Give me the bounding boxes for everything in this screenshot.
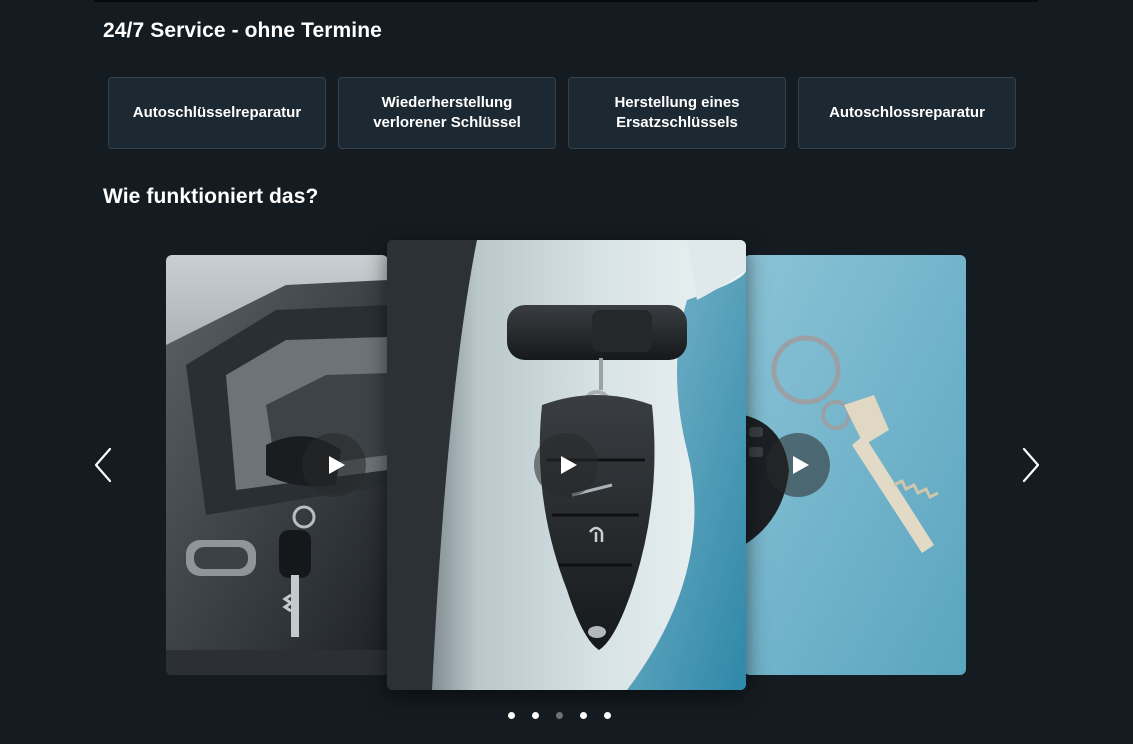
how-it-works-title: Wie funktioniert das?: [103, 185, 319, 208]
video-carousel: [0, 230, 1133, 700]
service-card-list: Autoschlüsselreparatur Wiederherstellung…: [108, 77, 1016, 149]
carousel-slide-keys-blue[interactable]: [744, 255, 966, 675]
pagination-dot[interactable]: [532, 712, 539, 719]
pagination-dot-active[interactable]: [556, 712, 563, 719]
play-icon: [561, 456, 577, 474]
carousel-pagination: [508, 712, 611, 719]
pagination-dot[interactable]: [508, 712, 515, 719]
play-button[interactable]: [534, 433, 598, 497]
play-icon: [329, 456, 345, 474]
top-divider: [94, 0, 1038, 2]
service-card-lost-key-recovery[interactable]: Wiederherstellung verlorener Schlüssel: [338, 77, 556, 149]
play-icon: [793, 456, 809, 474]
carousel-next-button[interactable]: [1016, 445, 1046, 485]
play-button[interactable]: [302, 433, 366, 497]
chevron-right-icon: [1022, 447, 1040, 483]
carousel-prev-button[interactable]: [88, 445, 118, 485]
page: 24/7 Service - ohne Termine Autoschlüsse…: [0, 0, 1133, 744]
chevron-left-icon: [94, 447, 112, 483]
service-card-lock-repair[interactable]: Autoschlossreparatur: [798, 77, 1016, 149]
play-button[interactable]: [766, 433, 830, 497]
carousel-slide-key-fob[interactable]: [387, 240, 746, 690]
pagination-dot[interactable]: [580, 712, 587, 719]
service-card-car-key-repair[interactable]: Autoschlüsselreparatur: [108, 77, 326, 149]
service-card-spare-key[interactable]: Herstellung eines Ersatzschlüssels: [568, 77, 786, 149]
pagination-dot[interactable]: [604, 712, 611, 719]
carousel-slide-car-door[interactable]: [166, 255, 388, 675]
service-section-title: 24/7 Service - ohne Termine: [103, 19, 382, 42]
